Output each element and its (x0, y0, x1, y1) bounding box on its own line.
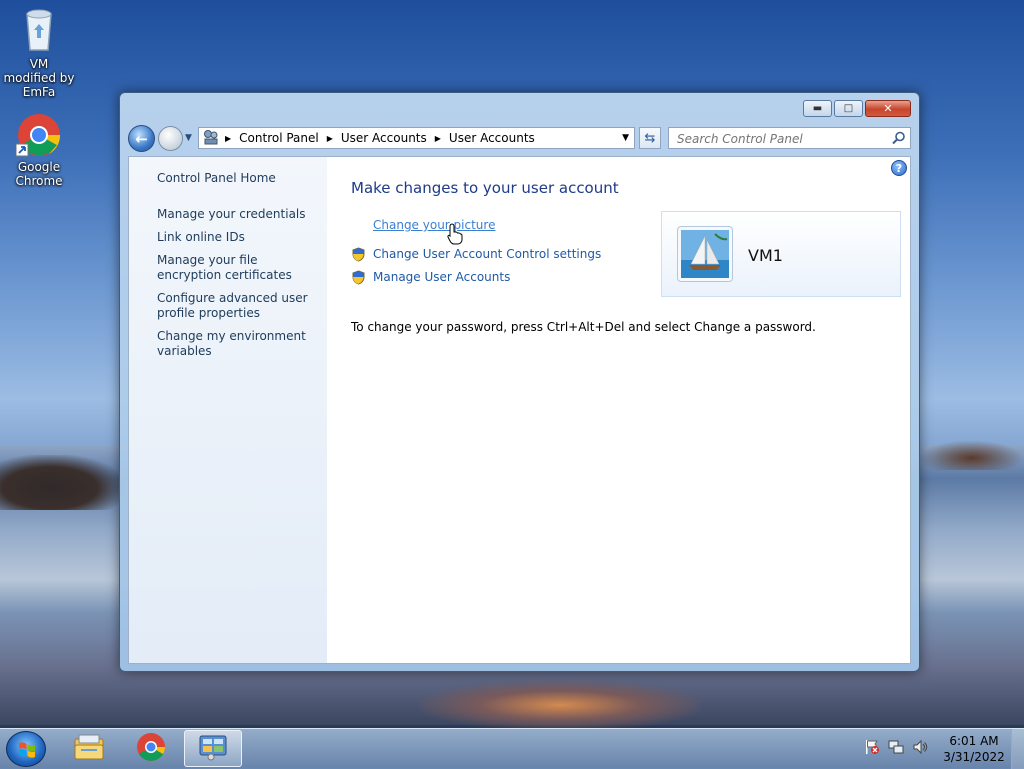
desktop-rocks-right (919, 440, 1024, 470)
system-clock[interactable]: 6:01 AM 3/31/2022 (938, 733, 1010, 765)
task-pane: Control Panel Home Manage your credentia… (129, 157, 327, 663)
refresh-icon: ⇆ (644, 130, 656, 146)
breadcrumb-user-accounts[interactable]: User Accounts (341, 131, 427, 145)
chevron-right-icon: ▶ (434, 133, 441, 143)
help-icon: ? (895, 161, 903, 175)
password-instructions: To change your password, press Ctrl+Alt+… (351, 320, 816, 334)
change-picture-link[interactable]: Change your picture (373, 218, 495, 232)
forward-button[interactable] (158, 126, 183, 151)
navigation-bar: ← ▼ ▶ Control Panel ▶ User Accounts ▶ Us… (128, 125, 911, 152)
desktop-icon-google-chrome[interactable]: Google Chrome (3, 112, 75, 188)
sidebar-item-link-online-ids[interactable]: Link online IDs (157, 230, 322, 245)
help-button[interactable]: ? (891, 160, 907, 176)
minimize-icon: ▬ (812, 103, 823, 114)
recycle-bin-icon (3, 6, 75, 55)
change-uac-settings-link[interactable]: Change User Account Control settings (373, 247, 601, 261)
sidebar-item-environment-variables[interactable]: Change my environment variables (157, 329, 322, 359)
desktop-icon-label: VM modified by EmFa (3, 57, 75, 99)
sidebar-item-file-encryption-certificates[interactable]: Manage your file encryption certificates (157, 253, 322, 283)
chrome-icon (136, 732, 166, 765)
user-name: VM1 (748, 246, 783, 265)
clock-date: 3/31/2022 (943, 750, 1005, 764)
taskbar-control-panel[interactable] (184, 730, 242, 767)
maximize-button[interactable]: □ (834, 100, 863, 117)
start-button[interactable] (6, 731, 46, 767)
user-account-tile: VM1 (661, 211, 901, 297)
sidebar-item-advanced-profile-properties[interactable]: Configure advanced user profile properti… (157, 291, 322, 321)
maximize-icon: □ (843, 103, 854, 114)
desktop-icon-recycle-bin[interactable]: VM modified by EmFa (3, 6, 75, 99)
chevron-right-icon: ▶ (225, 133, 232, 143)
volume-icon[interactable] (912, 739, 928, 758)
breadcrumb-control-panel[interactable]: Control Panel (239, 131, 319, 145)
search-input[interactable] (675, 129, 889, 149)
recent-pages-dropdown[interactable]: ▼ (185, 133, 192, 143)
uac-shield-icon (351, 270, 366, 288)
user-accounts-window: ▬ □ ✕ ← ▼ ▶ Control Panel ▶ User Account… (119, 92, 920, 672)
taskbar-google-chrome[interactable] (122, 730, 180, 767)
desktop-sunset (420, 680, 700, 730)
close-icon: ✕ (883, 102, 893, 115)
clock-time: 6:01 AM (949, 734, 999, 748)
action-center-flag-icon[interactable] (864, 739, 880, 758)
breadcrumb-user-accounts-current[interactable]: User Accounts (449, 131, 535, 145)
avatar[interactable] (677, 226, 733, 282)
uac-shield-icon (351, 247, 366, 265)
chrome-icon (15, 112, 62, 158)
caption-buttons: ▬ □ ✕ (803, 100, 911, 117)
windows-explorer-icon (73, 733, 105, 764)
close-button[interactable]: ✕ (865, 100, 911, 117)
back-button[interactable]: ← (128, 125, 155, 152)
desktop-rocks (0, 455, 125, 510)
page-title: Make changes to your user account (351, 179, 619, 197)
content-area: Control Panel Home Manage your credentia… (128, 156, 911, 664)
taskbar-windows-explorer[interactable] (60, 730, 118, 767)
taskbar: 6:01 AM 3/31/2022 (0, 728, 1024, 769)
control-panel-home-link[interactable]: Control Panel Home (157, 171, 322, 186)
control-panel-icon (197, 733, 229, 764)
back-arrow-icon: ← (135, 129, 148, 148)
sidebar-item-manage-credentials[interactable]: Manage your credentials (157, 207, 322, 222)
address-bar[interactable]: ▶ Control Panel ▶ User Accounts ▶ User A… (198, 127, 635, 149)
manage-user-accounts-link[interactable]: Manage User Accounts (373, 270, 510, 284)
search-icon[interactable] (892, 131, 906, 148)
windows-logo-icon (18, 741, 36, 762)
control-panel-icon (203, 129, 219, 148)
desktop-icon-label: Google Chrome (15, 160, 63, 188)
chevron-down-icon[interactable]: ▼ (622, 133, 629, 143)
minimize-button[interactable]: ▬ (803, 100, 832, 117)
show-desktop-button[interactable] (1011, 729, 1024, 769)
chevron-right-icon: ▶ (326, 133, 333, 143)
refresh-button[interactable]: ⇆ (639, 127, 661, 149)
hand-cursor-icon (447, 223, 463, 248)
network-icon[interactable] (888, 739, 904, 758)
search-box (668, 127, 911, 149)
notification-area (864, 739, 928, 758)
